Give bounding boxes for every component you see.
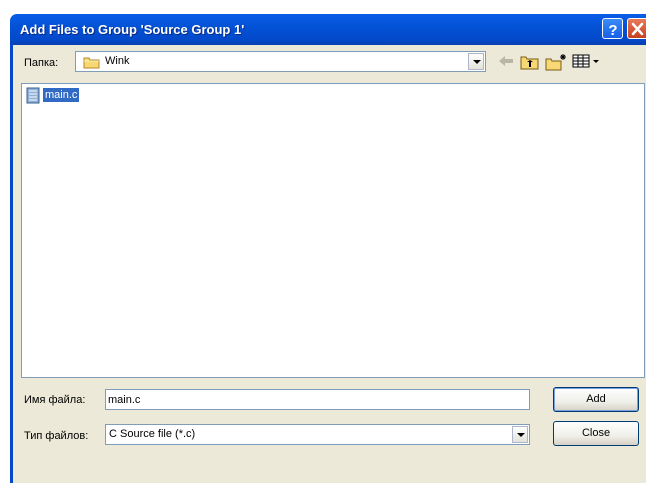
file-name: main.c bbox=[43, 88, 80, 102]
title-bar[interactable]: Add Files to Group 'Source Group 1' ? bbox=[10, 14, 646, 45]
back-icon[interactable] bbox=[497, 53, 515, 69]
add-files-dialog: Add Files to Group 'Source Group 1' ? Па… bbox=[0, 0, 646, 483]
close-button[interactable]: Close bbox=[553, 421, 639, 446]
filetype-combobox[interactable]: C Source file (*.c) bbox=[105, 424, 530, 445]
up-folder-icon[interactable] bbox=[520, 53, 540, 70]
window-title: Add Files to Group 'Source Group 1' bbox=[20, 22, 245, 37]
view-menu-icon[interactable] bbox=[572, 53, 602, 69]
c-file-icon bbox=[26, 87, 40, 104]
lookin-label: Папка: bbox=[24, 57, 59, 69]
lookin-dropdown-arrow[interactable] bbox=[468, 53, 484, 70]
add-button[interactable]: Add bbox=[553, 387, 639, 412]
filetype-value: C Source file (*.c) bbox=[109, 428, 196, 440]
question-icon: ? bbox=[608, 22, 617, 39]
help-button[interactable]: ? bbox=[602, 18, 623, 39]
filetype-label: Тип файлов: bbox=[24, 430, 89, 442]
window-frame-left bbox=[10, 45, 13, 483]
close-icon bbox=[631, 22, 644, 36]
file-list[interactable]: main.c bbox=[21, 83, 645, 378]
new-folder-icon[interactable] bbox=[545, 53, 567, 71]
folder-icon bbox=[83, 57, 100, 69]
svg-text:?: ? bbox=[608, 22, 617, 39]
close-window-button[interactable] bbox=[627, 18, 646, 39]
filename-label: Имя файла: bbox=[24, 394, 86, 406]
filename-input[interactable] bbox=[105, 389, 530, 410]
filetype-dropdown-arrow[interactable] bbox=[512, 426, 528, 443]
lookin-value: Wink bbox=[105, 55, 130, 67]
lookin-combobox[interactable]: Wink bbox=[75, 51, 486, 72]
